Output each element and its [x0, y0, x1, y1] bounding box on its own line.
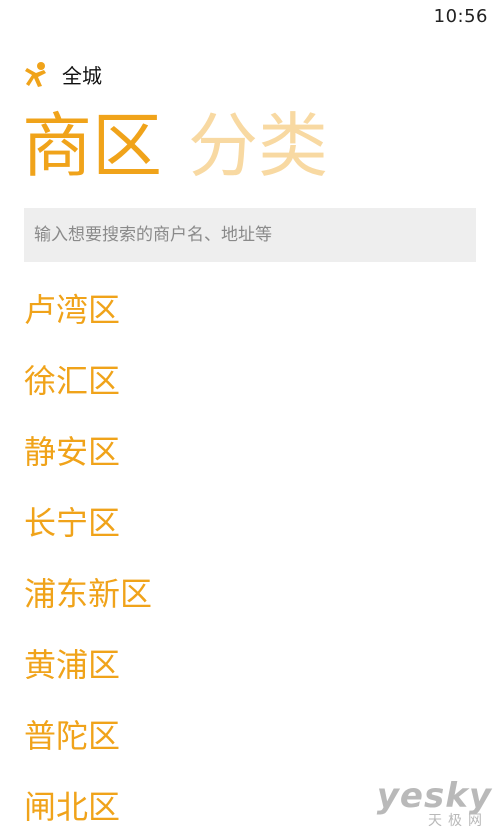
district-item-changning[interactable]: 长宁区 — [24, 491, 152, 562]
tab-district[interactable]: 商区 — [22, 104, 162, 188]
app-screen: 10:56 全城 商区 分类 卢湾区 徐汇区 静安区 长宁区 浦东新区 黄浦区 … — [0, 0, 500, 833]
status-bar-time: 10:56 — [433, 6, 488, 27]
watermark-logo-text: yesky — [376, 776, 492, 816]
district-item-jingan[interactable]: 静安区 — [24, 420, 152, 491]
district-item-zhabei[interactable]: 闸北区 — [24, 775, 152, 833]
district-list: 卢湾区 徐汇区 静安区 长宁区 浦东新区 黄浦区 普陀区 闸北区 — [24, 278, 152, 833]
search-box[interactable] — [24, 208, 476, 262]
district-item-pudong[interactable]: 浦东新区 — [24, 562, 152, 633]
search-input[interactable] — [32, 224, 468, 246]
app-header: 全城 — [24, 60, 102, 89]
district-item-xuhui[interactable]: 徐汇区 — [24, 349, 152, 420]
district-item-huangpu[interactable]: 黄浦区 — [24, 633, 152, 704]
district-item-putuo[interactable]: 普陀区 — [24, 704, 152, 775]
pivot-header: 商区 分类 — [22, 104, 354, 188]
district-item-luwan[interactable]: 卢湾区 — [24, 278, 152, 349]
city-selector[interactable]: 全城 — [62, 60, 102, 89]
watermark: yesky 天极网 — [377, 779, 492, 829]
tab-category[interactable]: 分类 — [188, 104, 328, 188]
person-logo-icon — [24, 61, 52, 89]
